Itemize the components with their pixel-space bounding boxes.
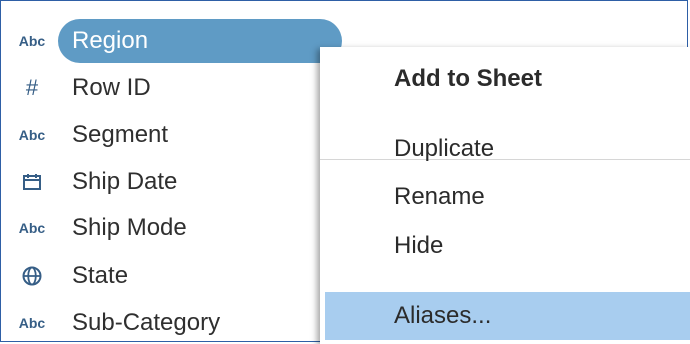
field-label: Sub-Category — [72, 309, 221, 336]
abc-icon: Abc — [18, 315, 46, 331]
field-label: Row ID — [72, 74, 151, 101]
field-row-sub-category[interactable]: Abc Sub-Category — [0, 303, 340, 343]
menu-item-label: Aliases... — [394, 302, 492, 329]
calendar-icon — [12, 162, 52, 202]
menu-item-rename[interactable]: Rename — [320, 173, 690, 221]
hash-icon: # — [25, 75, 39, 100]
field-context-menu: Add to Sheet Duplicate Rename Hide Alias… — [320, 47, 690, 344]
menu-item-duplicate[interactable]: Duplicate — [320, 125, 690, 173]
globe-icon — [12, 256, 52, 296]
field-label: State — [72, 262, 129, 289]
field-label: Segment — [72, 121, 169, 148]
field-row-ship-date[interactable]: Ship Date — [0, 162, 340, 202]
field-row-ship-mode[interactable]: Abc Ship Mode — [0, 208, 340, 248]
field-label: Region — [72, 27, 149, 54]
field-row-region[interactable]: Abc Region — [0, 21, 340, 61]
menu-item-label: Hide — [394, 232, 444, 259]
menu-item-label: Rename — [394, 183, 485, 210]
field-label: Ship Date — [72, 168, 178, 195]
field-row-segment[interactable]: Abc Segment — [0, 115, 340, 155]
menu-item-label: Add to Sheet — [394, 65, 542, 92]
abc-icon: Abc — [18, 220, 46, 236]
abc-icon: Abc — [18, 33, 46, 49]
abc-icon: Abc — [18, 127, 46, 143]
menu-item-aliases[interactable]: Aliases... — [325, 292, 690, 340]
field-row-state[interactable]: State — [0, 256, 340, 296]
field-label: Ship Mode — [72, 214, 187, 241]
menu-item-label: Duplicate — [394, 135, 495, 162]
menu-item-add-to-sheet[interactable]: Add to Sheet — [320, 55, 690, 103]
data-pane-field-list: Abc Region # Row ID Abc Segment Ship Dat… — [0, 0, 342, 344]
field-row-row-id[interactable]: # Row ID — [0, 68, 340, 108]
menu-item-hide[interactable]: Hide — [320, 222, 690, 270]
